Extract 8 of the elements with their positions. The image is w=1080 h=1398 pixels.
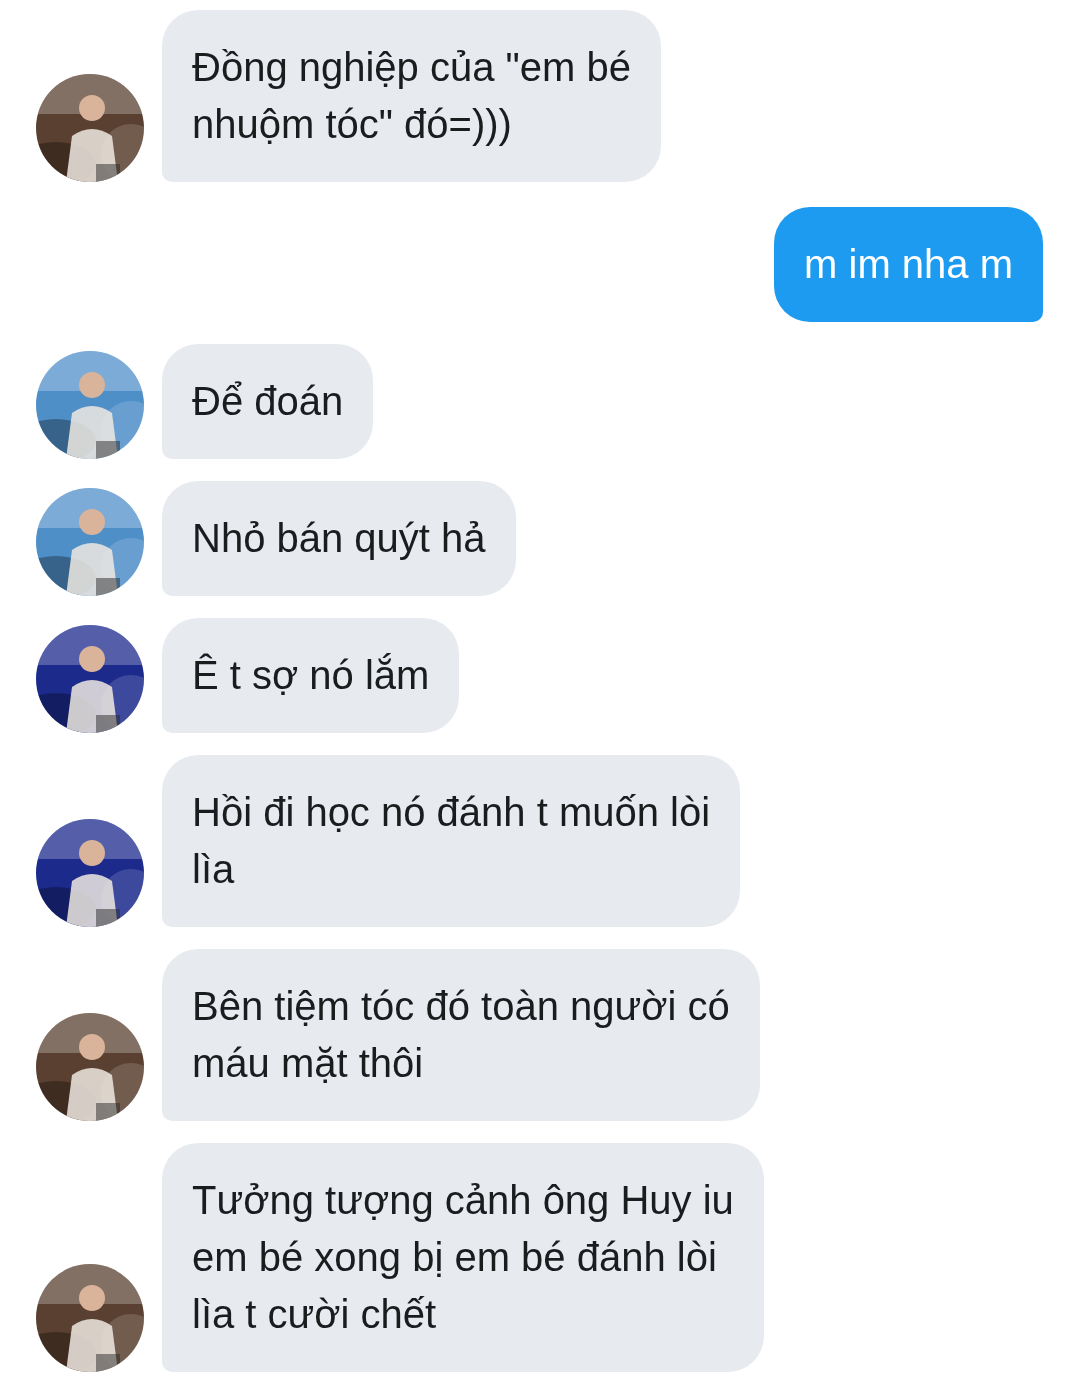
message-text: Bên tiệm tóc đó toàn người có máu mặt thôi — [192, 983, 730, 1087]
message-text: Hồi đi học nó đánh t muốn lòi lìa — [192, 789, 711, 893]
message-text: Nhỏ bán quýt hả — [192, 515, 486, 562]
message-text: Tưởng tượng cảnh ông Huy iu em bé xong bị em bé đánh lòi lìa t cười chết — [192, 1177, 734, 1338]
message-text: Ê t sợ nó lắm — [192, 652, 430, 699]
message-text: Để đoán — [192, 378, 344, 425]
message-text: m im nha m — [804, 241, 1013, 288]
message-text: Đồng nghiệp của "em bé nhuộm tóc" đó=))) — [192, 44, 631, 148]
